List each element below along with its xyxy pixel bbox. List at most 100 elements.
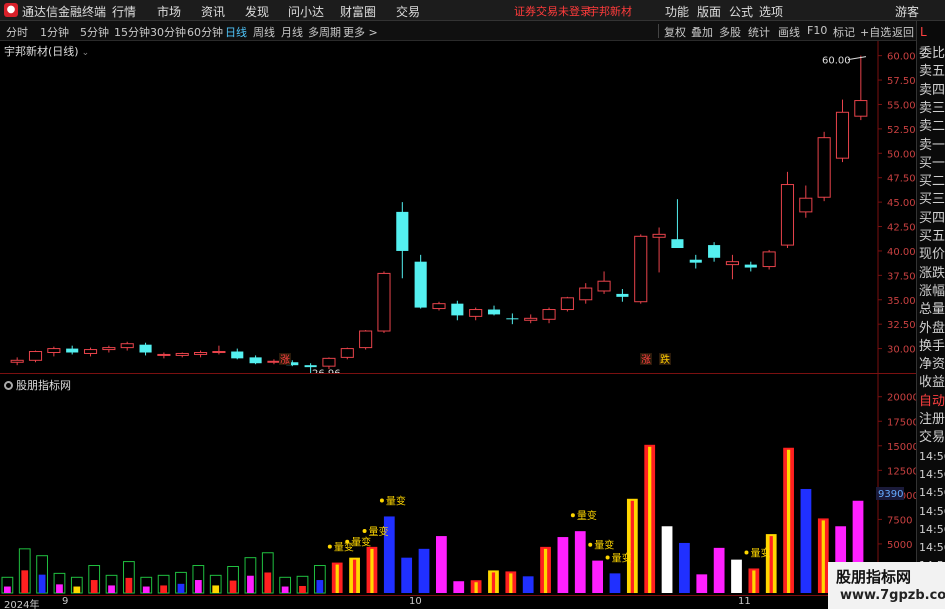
sidebar-item[interactable]: 自动 xyxy=(919,394,945,409)
sidebar-item[interactable]: 交易 xyxy=(919,431,945,445)
menu-caifuquan[interactable]: 财富圈 xyxy=(340,3,376,20)
period-daily[interactable]: 日线 xyxy=(225,24,247,40)
sidebar-item[interactable]: 14:56 xyxy=(919,450,945,464)
period-monthly[interactable]: 月线 xyxy=(281,24,303,40)
menu-xuanxiang[interactable]: 选项 xyxy=(759,3,783,20)
menu-banmian[interactable]: 版面 xyxy=(697,3,721,20)
candle-down xyxy=(616,293,629,297)
volume-bar xyxy=(557,537,569,593)
period-15min[interactable]: 15分钟 xyxy=(114,24,150,40)
candle-down xyxy=(506,318,519,320)
tool-huaxian[interactable]: 画线 xyxy=(778,24,800,40)
sidebar-item[interactable]: 买二 xyxy=(919,175,945,189)
candle-down xyxy=(744,264,757,268)
sidebar-item[interactable]: 14:56 xyxy=(919,468,945,482)
candle-up xyxy=(597,280,611,292)
sidebar-item[interactable]: 卖一 xyxy=(919,138,945,153)
tool-tongji[interactable]: 统计 xyxy=(748,24,770,40)
sidebar-item[interactable]: 收益 xyxy=(919,376,945,390)
volume-bar-stripe xyxy=(630,500,634,593)
volume-bar xyxy=(21,570,29,593)
volume-bar-stripe xyxy=(821,520,825,593)
menu-faxian[interactable]: 发现 xyxy=(245,3,269,20)
volume-tick-label: 15000 xyxy=(887,442,916,453)
price-tick-label: 35.00 xyxy=(887,296,916,307)
sidebar-item[interactable]: 注册 xyxy=(919,413,945,427)
guest-label[interactable]: 游客 xyxy=(895,3,919,20)
chevron-down-icon[interactable]: ⌄ xyxy=(82,48,90,58)
menu-gongneng[interactable]: 功能 xyxy=(665,3,689,20)
sidebar-item[interactable]: 14:56 xyxy=(919,486,945,500)
price-tick-label: 45.00 xyxy=(887,198,916,209)
period-weekly[interactable]: 周线 xyxy=(253,24,275,40)
tag-dot xyxy=(345,539,350,544)
sidebar-item[interactable]: 买三 xyxy=(919,193,945,207)
period-60min[interactable]: 60分钟 xyxy=(187,24,223,40)
volume-bar xyxy=(731,559,742,593)
candle-up xyxy=(359,330,373,349)
sidebar-item[interactable]: 总量 xyxy=(919,303,945,317)
menu-gongshi[interactable]: 公式 xyxy=(729,3,753,20)
sidebar-item[interactable]: 卖二 xyxy=(919,120,945,134)
candle-down xyxy=(66,348,79,353)
gear-icon[interactable] xyxy=(4,381,13,390)
sidebar-item[interactable]: 卖五 xyxy=(919,65,945,79)
volume-bar xyxy=(177,583,185,593)
volume-bar-stripe xyxy=(543,548,548,593)
sidebar-item[interactable]: 涨幅 xyxy=(919,284,945,299)
quote-sidebar: L 委比卖五卖四卖三卖二卖一买一买二买三买四买五现价涨跌涨幅总量外盘换手净资收益… xyxy=(916,21,945,609)
volume-bar xyxy=(299,585,306,593)
sidebar-item[interactable]: 现价 xyxy=(919,248,945,262)
volume-bar xyxy=(661,526,673,593)
menu-jiaoyi[interactable]: 交易 xyxy=(396,3,420,20)
tool-add-watchlist[interactable]: +自选 xyxy=(860,24,891,40)
sidebar-item[interactable]: 卖三 xyxy=(919,101,945,116)
menu-zixun[interactable]: 资讯 xyxy=(201,3,225,20)
tool-f10[interactable]: F10 xyxy=(807,24,827,37)
sidebar-top-label[interactable]: L xyxy=(920,25,927,39)
volume-chart[interactable]: 500075001000012500150001750020000量变量变量变量… xyxy=(0,374,919,596)
sidebar-item[interactable]: 卖四 xyxy=(919,83,945,98)
volume-tag: 量变 xyxy=(577,509,597,522)
menu-shichang[interactable]: 市场 xyxy=(157,3,181,20)
period-30min[interactable]: 30分钟 xyxy=(150,24,186,40)
tool-biaoji[interactable]: 标记 xyxy=(833,24,855,40)
period-5min[interactable]: 5分钟 xyxy=(80,24,109,40)
sidebar-item[interactable]: 14:56 xyxy=(919,505,945,519)
price-tick-label: 47.50 xyxy=(887,174,916,185)
tool-back[interactable]: 返回 xyxy=(892,24,914,40)
price-tick-label: 60.00 xyxy=(887,52,916,63)
candle-up xyxy=(835,111,850,159)
sidebar-item[interactable]: 买一 xyxy=(919,156,945,171)
period-multi[interactable]: 多周期 xyxy=(308,24,341,40)
period-fenshi[interactable]: 分时 xyxy=(6,24,28,40)
volume-tag: 量变 xyxy=(750,547,770,560)
menu-hangqing[interactable]: 行情 xyxy=(112,3,136,20)
sidebar-item[interactable]: 买四 xyxy=(919,211,945,226)
tool-diejia[interactable]: 叠加 xyxy=(691,24,713,40)
volume-bar xyxy=(418,548,430,593)
login-warning[interactable]: 证券交易未登录 xyxy=(514,3,591,19)
price-tick-label: 30.00 xyxy=(887,345,916,356)
candlestick-chart[interactable]: 30.00 32.50 35.00 37.50 40.00 42.50 45.00 47.50… xyxy=(0,41,916,379)
candlestick-panel[interactable]: 宇邦新材(日线) ⌄ 30.00 32.50 35.00 37.50 40.00 42.50… xyxy=(0,41,916,379)
stock-name-link[interactable]: 宇邦新材 xyxy=(588,3,632,19)
candle-up xyxy=(194,351,208,355)
sidebar-item[interactable]: 换手 xyxy=(919,339,945,354)
sidebar-item[interactable]: 委比 xyxy=(919,47,945,61)
tool-fuquan[interactable]: 复权 xyxy=(664,24,686,40)
sidebar-item[interactable]: 14:56 xyxy=(919,523,945,537)
period-1min[interactable]: 1分钟 xyxy=(40,24,69,40)
app-title: 通达信金融终端 xyxy=(22,5,107,19)
volume-bar xyxy=(679,542,690,593)
menu-wenxiaoda[interactable]: 问小达 xyxy=(288,3,324,20)
indicator-panel[interactable]: 股朋指标网 500075001000012500150001750020000量… xyxy=(0,373,919,596)
sidebar-item[interactable]: 净资 xyxy=(919,358,945,372)
indicator-title-wrap: 股朋指标网 xyxy=(4,377,71,393)
sidebar-item[interactable]: 涨跌 xyxy=(919,266,945,281)
sidebar-item[interactable]: 买五 xyxy=(919,230,945,244)
period-more[interactable]: 更多 > xyxy=(343,24,378,40)
tool-duogu[interactable]: 多股 xyxy=(719,24,741,40)
sidebar-item[interactable]: 外盘 xyxy=(919,321,945,336)
sidebar-item[interactable]: 14:56 xyxy=(919,541,945,555)
